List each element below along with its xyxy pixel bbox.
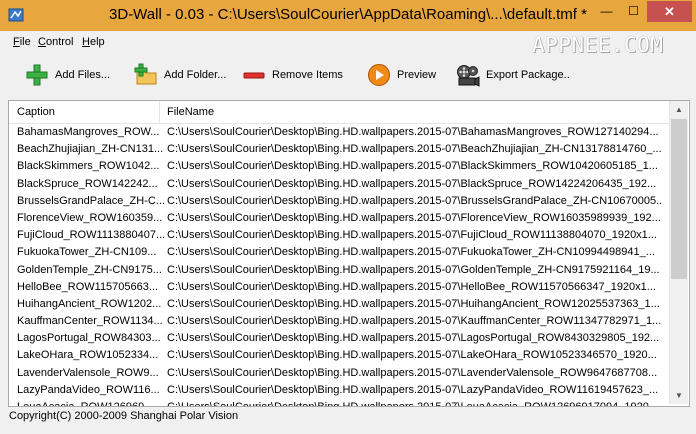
list-item[interactable]: BahamasMangroves_ROW... C:\Users\SoulCour… — [9, 124, 669, 141]
caption-cell: FujiCloud_ROW1113880407... — [17, 229, 165, 242]
menu-file-label: ile — [19, 36, 31, 48]
list-item[interactable]: HelloBee_ROW115705663... C:\Users\SoulCou… — [9, 279, 669, 296]
menu-control[interactable]: Control — [38, 36, 73, 48]
filename-cell: C:\Users\SoulCourier\Desktop\Bing.HD.wal… — [167, 315, 662, 328]
menu-help-label: elp — [89, 36, 105, 48]
list-item[interactable]: HuihangAncient_ROW1202... C:\Users\SoulCo… — [9, 296, 669, 313]
caption-cell: BlackSpruce_ROW142242... — [17, 177, 158, 190]
filename-cell: C:\Users\SoulCourier\Desktop\Bing.HD.wal… — [167, 177, 657, 190]
close-button[interactable]: ✕ — [647, 1, 692, 22]
list-item[interactable]: GoldenTemple_ZH-CN9175... C:\Users\SoulCo… — [9, 262, 669, 279]
menu-help-accel: H — [82, 36, 90, 48]
filename-cell: C:\Users\SoulCourier\Desktop\Bing.HD.wal… — [167, 194, 663, 207]
filename-cell: C:\Users\SoulCourier\Desktop\Bing.HD.wal… — [167, 332, 660, 345]
vertical-scrollbar[interactable]: ▲ ▼ — [669, 101, 688, 404]
caption-cell: LakeOHara_ROW1052334... — [17, 349, 159, 362]
caption-cell: LazyPandaVideo_ROW116... — [17, 383, 160, 396]
filename-cell: C:\Users\SoulCourier\Desktop\Bing.HD.wal… — [167, 297, 660, 310]
filename-cell: C:\Users\SoulCourier\Desktop\Bing.HD.wal… — [167, 229, 657, 242]
title-bar[interactable]: 3D-Wall - 0.03 - C:\Users\SoulCourier\Ap… — [0, 0, 696, 31]
column-header-caption[interactable]: Caption — [9, 101, 167, 123]
menu-file[interactable]: File — [13, 36, 31, 48]
list-item[interactable]: LeuaAcacia_ROW126969... C:\Users\SoulCour… — [9, 399, 669, 407]
list-item[interactable]: FukuokaTower_ZH-CN109... C:\Users\SoulCou… — [9, 244, 669, 261]
add-icon — [26, 64, 48, 86]
status-text: Copyright(C) 2000-2009 Shanghai Polar Vi… — [9, 410, 239, 422]
filename-cell: C:\Users\SoulCourier\Desktop\Bing.HD.wal… — [167, 349, 657, 362]
filename-cell: C:\Users\SoulCourier\Desktop\Bing.HD.wal… — [167, 383, 659, 396]
caption-cell: BeachZhujiajian_ZH-CN131... — [17, 143, 164, 156]
list-item[interactable]: LakeOHara_ROW1052334... C:\Users\SoulCour… — [9, 347, 669, 364]
minimize-icon: — — [600, 4, 613, 18]
caption-cell: BlackSkimmers_ROW1042... — [17, 160, 160, 173]
preview-button[interactable]: Preview — [367, 61, 436, 89]
caption-cell: BrusselsGrandPalace_ZH-C... — [17, 194, 165, 207]
remove-items-label: Remove Items — [272, 69, 343, 81]
caption-cell: FukuokaTower_ZH-CN109... — [17, 246, 157, 259]
list-item[interactable]: BlackSpruce_ROW142242... C:\Users\SoulCou… — [9, 176, 669, 193]
scroll-thumb[interactable] — [671, 119, 687, 279]
list-item[interactable]: LagosPortugal_ROW84303... C:\Users\SoulCo… — [9, 330, 669, 347]
remove-icon — [243, 72, 265, 79]
filename-cell: C:\Users\SoulCourier\Desktop\Bing.HD.wal… — [167, 126, 659, 138]
add-folder-button[interactable]: Add Folder... — [134, 61, 226, 89]
caption-cell: LavenderValensole_ROW9... — [17, 366, 159, 379]
filename-cell: C:\Users\SoulCourier\Desktop\Bing.HD.wal… — [167, 366, 658, 379]
menu-file-accel: F — [13, 36, 20, 48]
maximize-icon: ☐ — [628, 4, 639, 18]
file-list[interactable]: Caption FileName BahamasMangroves_ROW...… — [8, 100, 690, 407]
list-item[interactable]: FlorenceView_ROW160359... C:\Users\SoulCo… — [9, 210, 669, 227]
filename-cell: C:\Users\SoulCourier\Desktop\Bing.HD.wal… — [167, 401, 659, 407]
add-folder-label: Add Folder... — [164, 69, 227, 81]
add-folder-icon — [134, 63, 157, 85]
minimize-button[interactable]: — — [593, 1, 620, 22]
close-icon: ✕ — [664, 4, 675, 19]
remove-items-button[interactable]: Remove Items — [242, 61, 343, 89]
toolbar: Add Files... Add Folder... Remove Items … — [0, 53, 696, 97]
filename-cell: C:\Users\SoulCourier\Desktop\Bing.HD.wal… — [167, 211, 661, 224]
play-icon — [368, 64, 390, 86]
menu-control-accel: C — [38, 36, 46, 48]
status-bar: Copyright(C) 2000-2009 Shanghai Polar Vi… — [0, 407, 696, 434]
list-item[interactable]: FujiCloud_ROW1113880407... C:\Users\SoulC… — [9, 227, 669, 244]
menu-help[interactable]: Help — [82, 36, 105, 48]
list-item[interactable]: BlackSkimmers_ROW1042... C:\Users\SoulCou… — [9, 158, 669, 175]
filename-cell: C:\Users\SoulCourier\Desktop\Bing.HD.wal… — [167, 143, 662, 156]
list-header: Caption FileName — [9, 101, 669, 124]
export-package-button[interactable]: Export Package.. — [456, 61, 570, 89]
add-files-button[interactable]: Add Files... — [25, 61, 110, 89]
caption-cell: HuihangAncient_ROW1202... — [17, 297, 162, 310]
list-item[interactable]: LavenderValensole_ROW9... C:\Users\SoulCo… — [9, 365, 669, 382]
list-item[interactable]: BeachZhujiajian_ZH-CN131... C:\Users\Soul… — [9, 141, 669, 158]
filename-cell: C:\Users\SoulCourier\Desktop\Bing.HD.wal… — [167, 160, 658, 173]
list-item[interactable]: BrusselsGrandPalace_ZH-C... C:\Users\Soul… — [9, 193, 669, 210]
caption-cell: GoldenTemple_ZH-CN9175... — [17, 263, 162, 276]
window-title: 3D-Wall - 0.03 - C:\Users\SoulCourier\Ap… — [109, 6, 587, 23]
list-item[interactable]: LazyPandaVideo_ROW116... C:\Users\SoulCou… — [9, 382, 669, 399]
preview-label: Preview — [397, 69, 437, 81]
list-rows: BahamasMangroves_ROW... C:\Users\SoulCour… — [9, 124, 669, 407]
caption-cell: BahamasMangroves_ROW... — [17, 126, 160, 138]
list-item[interactable]: KauffmanCenter_ROW1134... C:\Users\SoulCo… — [9, 313, 669, 330]
filename-cell: C:\Users\SoulCourier\Desktop\Bing.HD.wal… — [167, 263, 660, 276]
column-header-filename[interactable]: FileName — [159, 101, 667, 123]
caption-cell: LeuaAcacia_ROW126969... — [17, 401, 154, 407]
scroll-down-arrow-icon[interactable]: ▼ — [670, 387, 688, 404]
caption-cell: FlorenceView_ROW160359... — [17, 211, 163, 224]
caption-cell: KauffmanCenter_ROW1134... — [17, 315, 163, 328]
menu-control-label: ontrol — [45, 36, 74, 48]
filename-cell: C:\Users\SoulCourier\Desktop\Bing.HD.wal… — [167, 280, 656, 293]
export-package-label: Export Package.. — [486, 69, 570, 81]
filename-cell: C:\Users\SoulCourier\Desktop\Bing.HD.wal… — [167, 246, 655, 259]
caption-cell: HelloBee_ROW115705663... — [17, 280, 159, 293]
caption-cell: LagosPortugal_ROW84303... — [17, 332, 161, 345]
film-reel-icon — [457, 65, 480, 87]
scroll-up-arrow-icon[interactable]: ▲ — [670, 101, 688, 118]
add-files-label: Add Files... — [55, 69, 111, 81]
maximize-button[interactable]: ☐ — [620, 1, 647, 22]
